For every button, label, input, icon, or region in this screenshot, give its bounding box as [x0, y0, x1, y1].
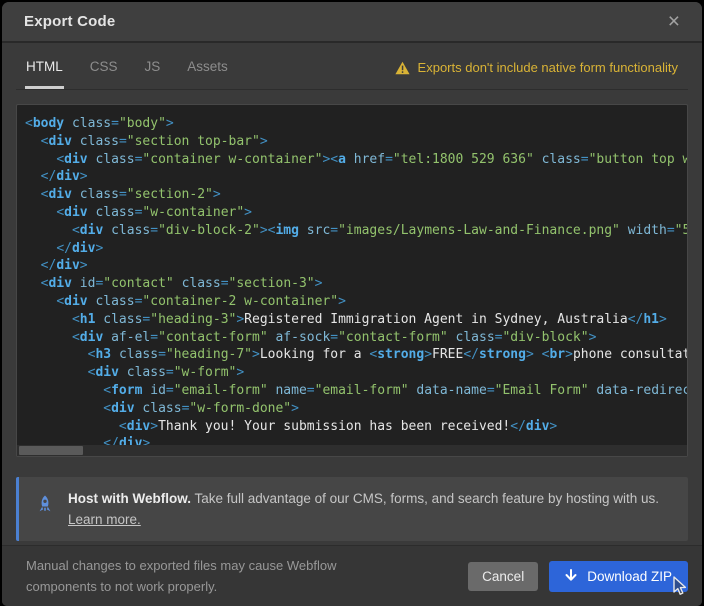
- code-line: <div class="section top-bar">: [25, 133, 687, 151]
- warning-text: Exports don't include native form functi…: [418, 60, 678, 75]
- code-line: </div>: [25, 257, 687, 275]
- code-line: <div class="w-container">: [25, 204, 687, 222]
- cancel-button[interactable]: Cancel: [468, 562, 538, 591]
- tab-assets[interactable]: Assets: [187, 59, 228, 88]
- warning-triangle-icon: [395, 61, 410, 75]
- code-line: <div class="section-2">: [25, 186, 687, 204]
- code-line: <div class="div-block-2"><img src="image…: [25, 222, 687, 240]
- horizontal-scrollbar[interactable]: [17, 445, 687, 456]
- code-line: <div>Thank you! Your submission has been…: [25, 418, 687, 436]
- tab-css[interactable]: CSS: [90, 59, 118, 88]
- code-line: <div class="container-2 w-container">: [25, 293, 687, 311]
- download-zip-label: Download ZIP: [587, 569, 672, 584]
- code-line: <div class="w-form-done">: [25, 400, 687, 418]
- footer-note: Manual changes to exported files may cau…: [26, 555, 386, 597]
- dialog-footer: Manual changes to exported files may cau…: [2, 545, 702, 606]
- rocket-icon: [35, 495, 55, 517]
- code-line: <form id="email-form" name="email-form" …: [25, 382, 687, 400]
- footer-buttons: Cancel Download ZIP: [468, 561, 688, 592]
- learn-more-link[interactable]: Learn more.: [68, 512, 141, 527]
- scrollbar-thumb[interactable]: [19, 446, 83, 455]
- banner-text: Host with Webflow. Take full advantage o…: [68, 488, 659, 530]
- host-with-webflow-banner: Host with Webflow. Take full advantage o…: [16, 477, 688, 541]
- download-zip-button[interactable]: Download ZIP: [549, 561, 688, 592]
- form-warning: Exports don't include native form functi…: [395, 60, 678, 87]
- code-line: <div class="container w-container"><a hr…: [25, 151, 687, 169]
- dialog-title: Export Code: [24, 13, 115, 30]
- tab-html[interactable]: HTML: [26, 59, 63, 88]
- banner-body: Take full advantage of our CMS, forms, a…: [191, 491, 659, 506]
- close-icon[interactable]: ×: [668, 11, 680, 32]
- code-line: <div class="w-form">: [25, 364, 687, 382]
- code-line: </div>: [25, 240, 687, 258]
- banner-bold: Host with Webflow.: [68, 491, 191, 506]
- code-line: <h3 class="heading-7">Looking for a <str…: [25, 346, 687, 364]
- download-arrow-icon: [565, 569, 577, 583]
- code-panel[interactable]: <body class="body"> <div class="section …: [16, 104, 688, 457]
- code-line: </div>: [25, 168, 687, 186]
- code-line: <div id="contact" class="section-3">: [25, 275, 687, 293]
- code-editor[interactable]: <body class="body"> <div class="section …: [17, 105, 687, 453]
- code-line: <body class="body">: [25, 115, 687, 133]
- tab-js[interactable]: JS: [145, 59, 161, 88]
- dialog-titlebar: Export Code ×: [2, 2, 702, 43]
- tabs-row: HTML CSS JS Assets Exports don't include…: [16, 43, 688, 90]
- code-line: <div af-el="contact-form" af-sock="conta…: [25, 329, 687, 347]
- export-code-dialog: Export Code × HTML CSS JS Assets Exports…: [2, 2, 702, 606]
- code-line: <h1 class="heading-3">Registered Immigra…: [25, 311, 687, 329]
